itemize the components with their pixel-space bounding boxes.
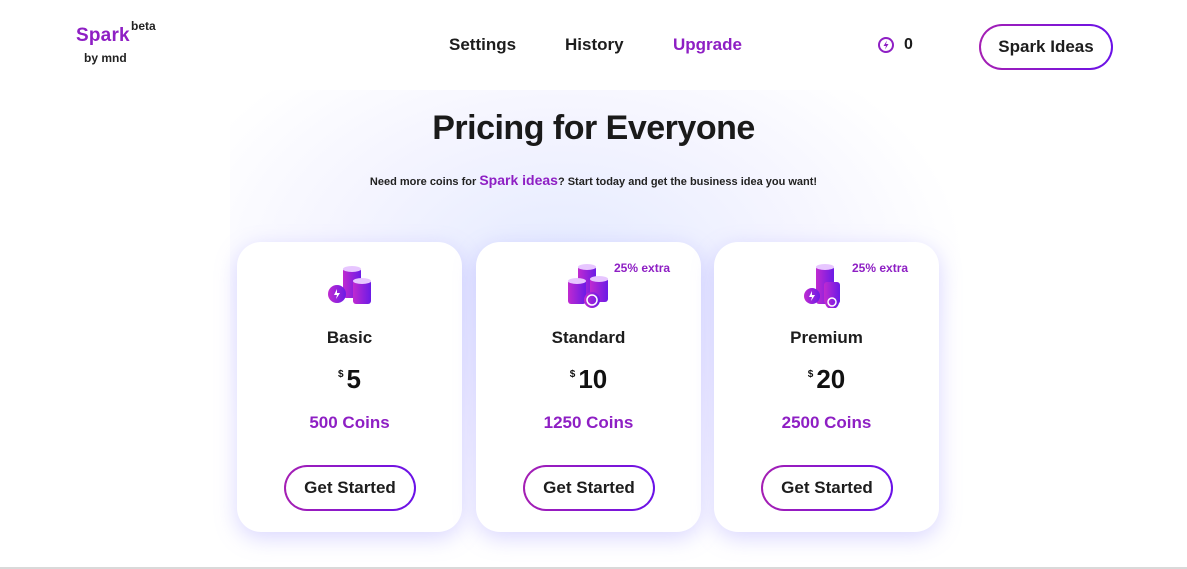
plan-card-standard: 25% extra Standard $10 1250 Coins Get St…: [476, 242, 701, 532]
nav-history[interactable]: History: [565, 35, 624, 55]
coin-tower-icon: [804, 264, 840, 308]
price-value: 20: [816, 364, 846, 394]
coin-icon: [878, 37, 894, 53]
plan-card-premium: 25% extra Premium $20 2500 Coins Get Sta…: [714, 242, 939, 532]
logo[interactable]: Spark beta by mnd: [76, 19, 156, 65]
currency-symbol: $: [807, 369, 814, 380]
price-value: 5: [346, 364, 362, 394]
subtitle-suffix: ? Start today and get the business idea …: [557, 176, 818, 188]
page-subtitle: Need more coins for Spark ideas? Start t…: [0, 172, 1187, 188]
coin-balance-value: 0: [904, 36, 913, 53]
nav-settings[interactable]: Settings: [449, 35, 516, 55]
bonus-badge: 25% extra: [614, 261, 671, 275]
coin-stacks-icon: [568, 264, 608, 308]
plan-card-basic: Basic $5 500 Coins Get Started: [237, 242, 462, 532]
plan-coins: 500 Coins: [309, 413, 390, 432]
plan-price: $5: [237, 364, 462, 395]
bonus-badge: 25% extra: [852, 261, 909, 275]
nav-upgrade[interactable]: Upgrade: [673, 35, 742, 55]
plan-name: Basic: [326, 328, 373, 347]
coin-stack-icon: [328, 266, 371, 304]
logo-byline: by mnd: [84, 51, 127, 65]
get-started-button-label: Get Started: [525, 467, 653, 509]
spark-ideas-button[interactable]: Spark Ideas: [979, 24, 1113, 70]
plan-price: $10: [476, 364, 701, 395]
logo-beta-badge: beta: [131, 19, 156, 33]
price-value: 10: [578, 364, 608, 394]
get-started-button-basic[interactable]: Get Started: [284, 465, 416, 511]
plan-coins: 1250 Coins: [543, 413, 634, 432]
logo-brand: Spark: [76, 25, 130, 46]
currency-symbol: $: [569, 369, 576, 380]
subtitle-accent: Spark ideas: [479, 172, 558, 188]
coin-balance: 0: [878, 36, 913, 54]
get-started-button-standard[interactable]: Get Started: [523, 465, 655, 511]
plan-name: Standard: [551, 328, 626, 347]
get-started-button-label: Get Started: [286, 467, 414, 509]
currency-symbol: $: [337, 369, 344, 380]
plan-price: $20: [714, 364, 939, 395]
spark-ideas-button-label: Spark Ideas: [981, 26, 1111, 68]
plan-name: Premium: [790, 328, 863, 347]
get-started-button-premium[interactable]: Get Started: [761, 465, 893, 511]
page-title: Pricing for Everyone: [432, 109, 755, 147]
plan-coins: 2500 Coins: [781, 413, 872, 432]
subtitle-prefix: Need more coins for: [369, 176, 480, 188]
get-started-button-label: Get Started: [763, 467, 891, 509]
